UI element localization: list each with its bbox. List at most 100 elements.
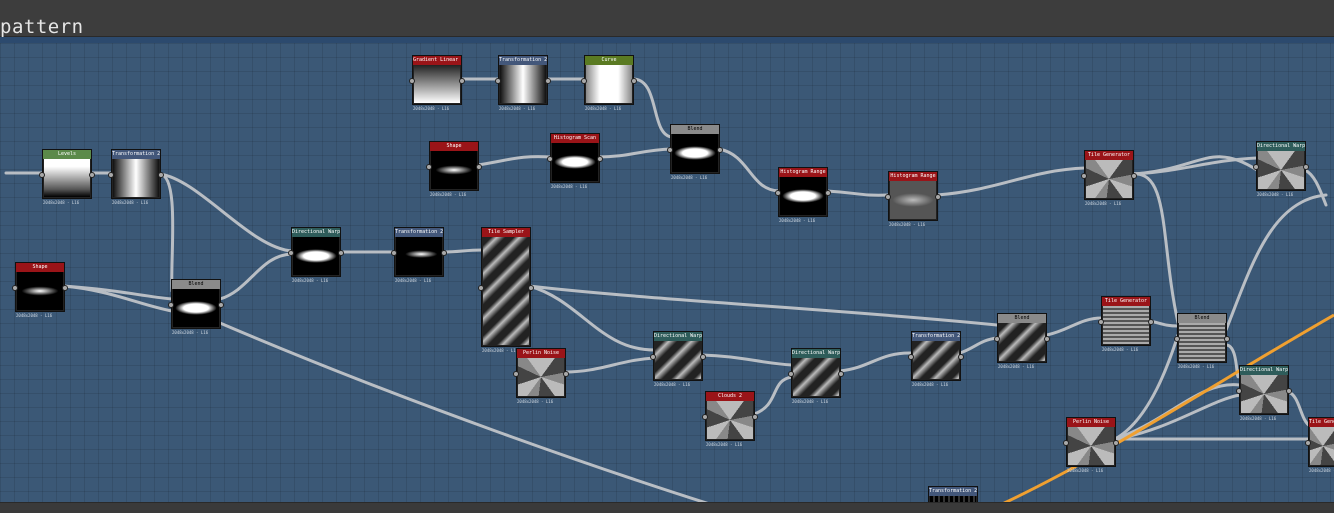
graph-node[interactable]: Levels 2048x2048 - L16 — [39, 149, 95, 205]
graph-node[interactable]: Gradient Linear 1 2048x2048 - L16 — [409, 55, 465, 111]
input-port[interactable] — [775, 190, 781, 196]
input-port[interactable] — [581, 78, 587, 84]
input-port[interactable] — [1081, 173, 1087, 179]
graph-node[interactable]: Transformation 2D2048x2048 - L16 — [908, 331, 964, 387]
output-port[interactable] — [1286, 388, 1292, 394]
graph-node[interactable]: Directional Warp 2048x2048 - L16 — [1236, 365, 1292, 421]
graph-node[interactable]: Transformation 2D2048x2048 - L16 — [391, 227, 447, 283]
output-port[interactable] — [752, 414, 758, 420]
input-port[interactable] — [39, 172, 45, 178]
output-port[interactable] — [1044, 336, 1050, 342]
graph-node[interactable]: Directional Warp 2048x2048 - L16 — [1253, 141, 1309, 197]
graph-node[interactable]: Shape 2048x2048 - L16 — [426, 141, 482, 197]
graph-node[interactable]: Histogram Range 2048x2048 - L16 — [885, 171, 941, 227]
output-port[interactable] — [825, 190, 831, 196]
output-port[interactable] — [476, 164, 482, 170]
graph-node[interactable]: Transformation 2D2048x2048 - L16 — [495, 55, 551, 111]
output-port[interactable] — [1131, 173, 1137, 179]
output-port[interactable] — [1224, 336, 1230, 342]
node-resolution-label: 2048x2048 - L16 — [43, 200, 80, 205]
graph-node[interactable]: Perlin Noise 2048x2048 - L16 — [1063, 417, 1119, 473]
input-port[interactable] — [788, 371, 794, 377]
node-thumbnail — [414, 65, 460, 103]
output-port[interactable] — [528, 285, 534, 291]
input-port[interactable] — [1174, 336, 1180, 342]
graph-node[interactable]: Tile Generator 2048x2048 - L16 — [1305, 417, 1334, 473]
input-port[interactable] — [650, 354, 656, 360]
input-port[interactable] — [702, 414, 708, 420]
node-resolution-label: 2048x2048 - L16 — [1067, 468, 1104, 473]
output-port[interactable] — [441, 250, 447, 256]
graph-node[interactable]: Clouds 2 2048x2048 - L16 — [702, 391, 758, 447]
input-port[interactable] — [168, 302, 174, 308]
graph-node[interactable]: Curve 2048x2048 - L16 — [581, 55, 637, 111]
input-port[interactable] — [513, 371, 519, 377]
output-port[interactable] — [89, 172, 95, 178]
input-port[interactable] — [667, 147, 673, 153]
graph-node[interactable]: Shape 2048x2048 - L16 — [12, 262, 68, 318]
graph-node[interactable]: Directional Warp 2048x2048 - L16 — [288, 227, 344, 283]
output-port[interactable] — [1113, 440, 1119, 446]
node-thumbnail — [707, 401, 753, 439]
input-port[interactable] — [1236, 388, 1242, 394]
input-port[interactable] — [1063, 440, 1069, 446]
graph-node[interactable]: Transformation 2D2048x2048 - L16 — [108, 149, 164, 205]
node-resolution-label: 2048x2048 - L16 — [1309, 468, 1334, 473]
graph-node[interactable]: Blend 2048x2048 - L16 — [994, 313, 1050, 369]
output-port[interactable] — [1148, 319, 1154, 325]
input-port[interactable] — [1253, 164, 1259, 170]
graph-node[interactable]: Directional Warp 2048x2048 - L16 — [650, 331, 706, 387]
output-port[interactable] — [459, 78, 465, 84]
input-port[interactable] — [885, 194, 891, 200]
output-port[interactable] — [700, 354, 706, 360]
input-port[interactable] — [495, 78, 501, 84]
input-port[interactable] — [1098, 319, 1104, 325]
output-port[interactable] — [958, 354, 964, 360]
node-title: Directional Warp — [292, 228, 340, 237]
node-title: Curve — [585, 56, 633, 65]
node-title: Transformation 2D — [395, 228, 443, 237]
graph-node[interactable]: Tile Sampler 2048x2048 - L16 — [478, 227, 534, 353]
input-port[interactable] — [426, 164, 432, 170]
output-port[interactable] — [717, 147, 723, 153]
input-port[interactable] — [12, 285, 18, 291]
graph-node[interactable]: Directional Warp 2048x2048 - L16 — [788, 348, 844, 404]
input-port[interactable] — [994, 336, 1000, 342]
input-port[interactable] — [478, 285, 484, 291]
graph-node[interactable]: Perlin Noise 2048x2048 - L16 — [513, 348, 569, 404]
input-port[interactable] — [908, 354, 914, 360]
node-title: Tile Generator — [1309, 418, 1334, 427]
node-resolution-label: 2048x2048 - L16 — [517, 399, 554, 404]
graph-node[interactable]: Histogram Range 2048x2048 - L16 — [775, 167, 831, 223]
graph-node[interactable]: Blend 2048x2048 - L16 — [168, 279, 224, 335]
node-thumbnail — [396, 237, 442, 275]
bottom-scrollbar[interactable] — [0, 502, 1334, 513]
input-port[interactable] — [409, 78, 415, 84]
input-port[interactable] — [547, 156, 553, 162]
output-port[interactable] — [338, 250, 344, 256]
output-port[interactable] — [158, 172, 164, 178]
graph-node[interactable]: Histogram Scan 2048x2048 - L16 — [547, 133, 603, 189]
input-port[interactable] — [1305, 440, 1311, 446]
graph-canvas[interactable]: Gradient Linear 1 2048x2048 - L16 Transfor… — [0, 43, 1334, 502]
output-port[interactable] — [545, 78, 551, 84]
output-port[interactable] — [1303, 164, 1309, 170]
node-thumbnail — [44, 159, 90, 197]
output-port[interactable] — [838, 371, 844, 377]
input-port[interactable] — [391, 250, 397, 256]
node-resolution-label: 2048x2048 - L16 — [499, 106, 536, 111]
output-port[interactable] — [597, 156, 603, 162]
graph-node[interactable]: Blend 2048x2048 - L16 — [1174, 313, 1230, 369]
output-port[interactable] — [631, 78, 637, 84]
output-port[interactable] — [218, 302, 224, 308]
graph-node[interactable]: Transformation 2D2048x2048 - L16 — [928, 486, 978, 502]
input-port[interactable] — [288, 250, 294, 256]
node-resolution-label: 2048x2048 - L16 — [1240, 416, 1277, 421]
output-port[interactable] — [935, 194, 941, 200]
graph-node[interactable]: Tile Generator 2048x2048 - L16 — [1098, 296, 1154, 352]
graph-node[interactable]: Blend 2048x2048 - L16 — [667, 124, 723, 180]
input-port[interactable] — [108, 172, 114, 178]
graph-node[interactable]: Tile Generator 2048x2048 - L16 — [1081, 150, 1137, 206]
output-port[interactable] — [563, 371, 569, 377]
output-port[interactable] — [62, 285, 68, 291]
